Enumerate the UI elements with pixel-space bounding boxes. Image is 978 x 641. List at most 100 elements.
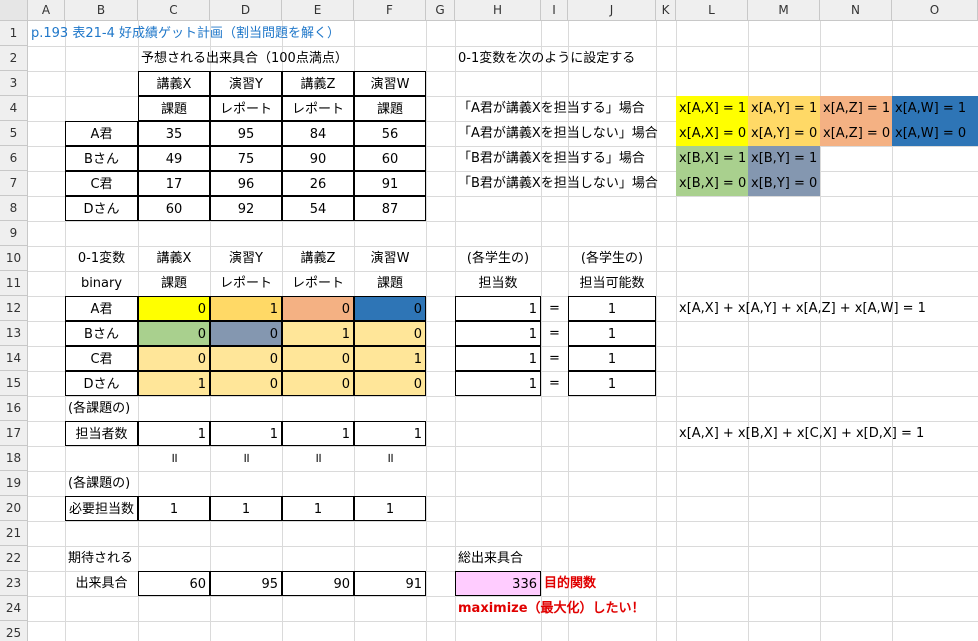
student-label[interactable]: Dさん — [65, 196, 138, 221]
binary-value-cell[interactable]: 0 — [138, 346, 210, 371]
column-header-e[interactable]: E — [282, 0, 354, 21]
var-assignment[interactable]: x[A,W] = 1 — [892, 96, 978, 121]
student-capacity-cell[interactable]: 1 — [568, 296, 656, 321]
equals-sign[interactable]: = — [541, 346, 568, 371]
score-cell[interactable]: 92 — [210, 196, 282, 221]
row-header-8[interactable]: 8 — [0, 196, 28, 221]
binary-value-cell[interactable]: 0 — [138, 296, 210, 321]
expected-result-label[interactable]: 出来具合 — [65, 571, 138, 596]
binary-value-cell[interactable]: 0 — [138, 321, 210, 346]
score-cell[interactable]: 49 — [138, 146, 210, 171]
student-count-cell[interactable]: 1 — [455, 296, 541, 321]
student-label[interactable]: C君 — [65, 346, 138, 371]
var-assignment[interactable]: x[A,X] = 1 — [676, 96, 748, 121]
task-required-cell[interactable]: 1 — [210, 496, 282, 521]
column-header-f[interactable]: F — [354, 0, 426, 21]
row-header-2[interactable]: 2 — [0, 46, 28, 71]
expected-result-cell[interactable]: 90 — [282, 571, 354, 596]
student-capacity-cell[interactable]: 1 — [568, 346, 656, 371]
student-count-heading[interactable]: (各学生の) — [455, 246, 541, 271]
binary-value-cell[interactable]: 0 — [354, 296, 426, 321]
column-header-l[interactable]: L — [676, 0, 748, 21]
binary-value-cell[interactable]: 0 — [210, 371, 282, 396]
row-header-6[interactable]: 6 — [0, 146, 28, 171]
student-label[interactable]: A君 — [65, 296, 138, 321]
row-header-11[interactable]: 11 — [0, 271, 28, 296]
row-header-13[interactable]: 13 — [0, 321, 28, 346]
row-equation[interactable]: x[A,X] + x[A,Y] + x[A,Z] + x[A,W] = 1 — [676, 296, 926, 321]
student-capacity-heading[interactable]: (各学生の) — [568, 246, 656, 271]
var-assignment[interactable]: x[A,Z] = 1 — [820, 96, 892, 121]
var-assignment[interactable]: x[B,Y] = 1 — [748, 146, 820, 171]
task-required-cell[interactable]: 1 — [282, 496, 354, 521]
score-cell[interactable]: 35 — [138, 121, 210, 146]
objective-heading[interactable]: 総出来具合 — [455, 546, 541, 571]
task-count-cell[interactable]: 1 — [210, 421, 282, 446]
column-header-d[interactable]: D — [210, 0, 282, 21]
binary-value-cell[interactable]: 0 — [210, 321, 282, 346]
var-assignment[interactable]: x[A,Z] = 0 — [820, 121, 892, 146]
row-header-15[interactable]: 15 — [0, 371, 28, 396]
column-header-c[interactable]: C — [138, 0, 210, 21]
task-count-cell[interactable]: 1 — [282, 421, 354, 446]
score-cell[interactable]: 60 — [354, 146, 426, 171]
var-setup-line[interactable]: 「B君が講義Xを担当しない」場合 — [455, 171, 676, 196]
column-header-n[interactable]: N — [820, 0, 892, 21]
score-cell[interactable]: 56 — [354, 121, 426, 146]
task-required-label[interactable]: 必要担当数 — [65, 496, 138, 521]
student-label[interactable]: C君 — [65, 171, 138, 196]
binary-header-type[interactable]: レポート — [210, 271, 282, 296]
row-header-4[interactable]: 4 — [0, 96, 28, 121]
equals-sign[interactable]: ॥ — [282, 446, 354, 471]
binary-header-type[interactable]: レポート — [282, 271, 354, 296]
score-cell[interactable]: 96 — [210, 171, 282, 196]
binary-header-type[interactable]: 課題 — [354, 271, 426, 296]
student-capacity-cell[interactable]: 1 — [568, 371, 656, 396]
row-header-20[interactable]: 20 — [0, 496, 28, 521]
task-count-heading[interactable]: (各課題の) — [65, 396, 138, 421]
select-all-corner[interactable] — [0, 0, 28, 21]
row-header-17[interactable]: 17 — [0, 421, 28, 446]
binary-header-subject[interactable]: 演習W — [354, 246, 426, 271]
student-label[interactable]: Bさん — [65, 146, 138, 171]
binary-header-subject[interactable]: 演習Y — [210, 246, 282, 271]
binary-value-cell[interactable]: 0 — [210, 346, 282, 371]
score-cell[interactable]: 95 — [210, 121, 282, 146]
var-setup-line[interactable]: 「A君が講義Xを担当する」場合 — [455, 96, 676, 121]
binary-header-type[interactable]: 課題 — [138, 271, 210, 296]
student-label[interactable]: Dさん — [65, 371, 138, 396]
score-cell[interactable]: 26 — [282, 171, 354, 196]
equals-sign[interactable]: ॥ — [138, 446, 210, 471]
expected-result-heading[interactable]: 期待される — [65, 546, 138, 571]
row-header-9[interactable]: 9 — [0, 221, 28, 246]
student-capacity-heading[interactable]: 担当可能数 — [568, 271, 656, 296]
score-cell[interactable]: 60 — [138, 196, 210, 221]
expected-header-subject[interactable]: 演習Y — [210, 71, 282, 96]
task-count-cell[interactable]: 1 — [354, 421, 426, 446]
score-cell[interactable]: 91 — [354, 171, 426, 196]
var-setup-line[interactable]: 「B君が講義Xを担当する」場合 — [455, 146, 676, 171]
expected-header-type[interactable]: 課題 — [354, 96, 426, 121]
column-header-o[interactable]: O — [892, 0, 978, 21]
student-count-cell[interactable]: 1 — [455, 346, 541, 371]
student-capacity-cell[interactable]: 1 — [568, 321, 656, 346]
var-assignment[interactable]: x[A,Y] = 1 — [748, 96, 820, 121]
row-header-21[interactable]: 21 — [0, 521, 28, 546]
row-header-7[interactable]: 7 — [0, 171, 28, 196]
column-header-m[interactable]: M — [748, 0, 820, 21]
binary-label[interactable]: 0-1変数 — [65, 246, 138, 271]
row-header-3[interactable]: 3 — [0, 71, 28, 96]
objective-value-cell[interactable]: 336 — [455, 571, 541, 596]
score-cell[interactable]: 87 — [354, 196, 426, 221]
binary-header-subject[interactable]: 講義X — [138, 246, 210, 271]
equals-sign[interactable]: ॥ — [354, 446, 426, 471]
expected-header-type[interactable]: レポート — [210, 96, 282, 121]
row-header-24[interactable]: 24 — [0, 596, 28, 621]
expected-header-type[interactable]: レポート — [282, 96, 354, 121]
binary-label[interactable]: binary — [65, 271, 138, 296]
var-assignment[interactable]: x[B,X] = 0 — [676, 171, 748, 196]
var-setup-line[interactable]: 「A君が講義Xを担当しない」場合 — [455, 121, 676, 146]
row-header-1[interactable]: 1 — [0, 21, 28, 46]
column-equation[interactable]: x[A,X] + x[B,X] + x[C,X] + x[D,X] = 1 — [676, 421, 924, 446]
column-header-j[interactable]: J — [568, 0, 656, 21]
